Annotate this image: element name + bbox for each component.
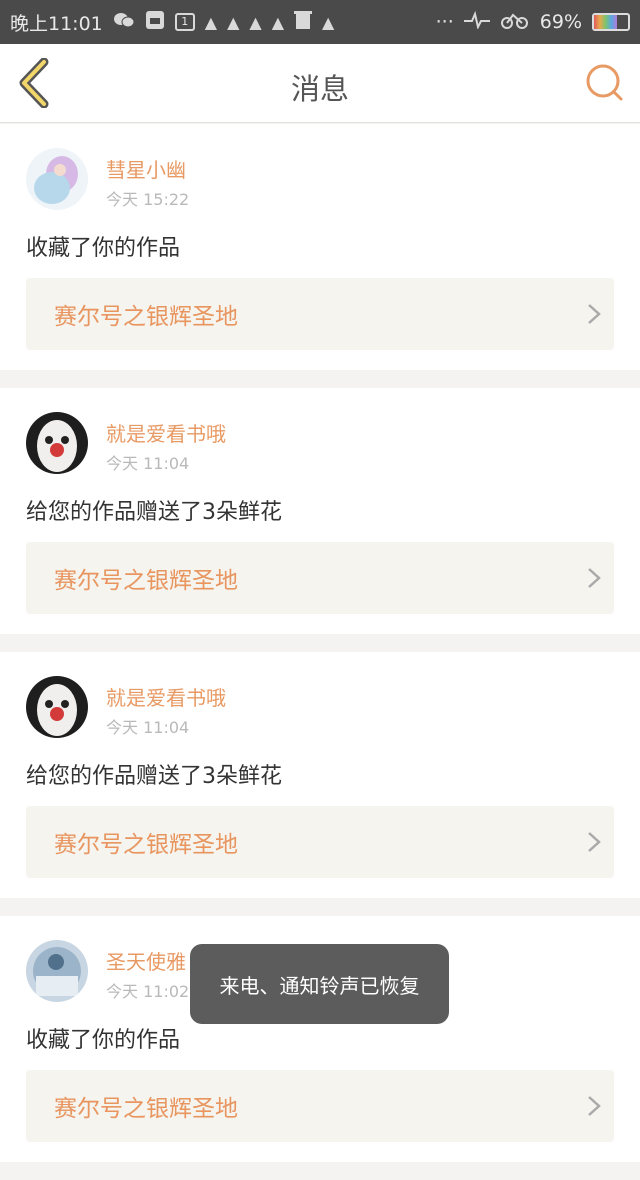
message-text: 收藏了你的作品 (26, 236, 181, 261)
work-title: 赛尔号之银辉圣地 (54, 1096, 238, 1122)
notification-icon: ▲ (204, 12, 218, 32)
notification-icon: ▲ (227, 12, 240, 32)
battery-level (594, 15, 618, 29)
status-bar: 晚上11:01 1 ▲ ▲ ▲ ▲ ▲ ··· 69% (0, 0, 640, 44)
user-name[interactable]: 圣天使雅 (106, 946, 186, 975)
avatar[interactable] (26, 940, 88, 1002)
search-icon (586, 64, 623, 101)
bicycle-icon (500, 10, 530, 34)
notification-icon: ▲ (249, 12, 262, 32)
work-link[interactable]: 赛尔号之银辉圣地 (26, 278, 614, 350)
toast-message: 来电、通知铃声已恢复 (190, 944, 449, 1024)
trash-icon (294, 10, 313, 34)
avatar[interactable] (26, 676, 88, 738)
notification-icon: ▲ (271, 12, 285, 32)
avatar[interactable] (26, 412, 88, 474)
battery-percent: 69% (539, 11, 582, 33)
work-link[interactable]: 赛尔号之银辉圣地 (26, 806, 614, 878)
notification-icon: ▲ (322, 12, 335, 32)
battery-icon (592, 13, 630, 31)
chevron-right-icon (574, 822, 614, 862)
chevron-right-icon (574, 1086, 614, 1126)
message-time: 今天 11:02 (106, 982, 190, 1001)
work-title: 赛尔号之银辉圣地 (54, 832, 238, 858)
chevron-right-icon (574, 294, 614, 334)
chevron-right-icon (574, 558, 614, 598)
more-dots: ··· (435, 11, 454, 33)
message-text: 给您的作品赠送了3朵鲜花 (26, 764, 282, 789)
message-card: 就是爱看书哦 今天 11:04 给您的作品赠送了3朵鲜花 赛尔号之银辉圣地 (0, 652, 640, 898)
work-link[interactable]: 赛尔号之银辉圣地 (26, 542, 614, 614)
work-link[interactable]: 赛尔号之银辉圣地 (26, 1070, 614, 1142)
avatar[interactable] (26, 148, 88, 210)
message-time: 今天 15:22 (106, 190, 190, 209)
page-title: 消息 (290, 72, 349, 106)
message-time: 今天 11:04 (106, 718, 190, 737)
user-name[interactable]: 就是爱看书哦 (106, 682, 226, 711)
message-card: 彗星小幽 今天 15:22 收藏了你的作品 赛尔号之银辉圣地 (0, 124, 640, 370)
message-text: 给您的作品赠送了3朵鲜花 (26, 500, 282, 525)
calendar-icon: 1 (174, 13, 195, 31)
search-button[interactable] (584, 62, 624, 102)
message-time: 今天 11:04 (106, 454, 190, 473)
mi-icon (145, 10, 165, 34)
user-name[interactable]: 就是爱看书哦 (106, 418, 226, 447)
pulse-icon (463, 10, 490, 33)
nav-bar: 消息 (0, 44, 640, 123)
status-time: 晚上11:01 (10, 12, 103, 35)
user-name[interactable]: 彗星小幽 (106, 154, 186, 183)
wechat-icon (113, 11, 135, 33)
work-title: 赛尔号之银辉圣地 (54, 568, 238, 594)
message-card: 就是爱看书哦 今天 11:04 给您的作品赠送了3朵鲜花 赛尔号之银辉圣地 (0, 388, 640, 634)
message-text: 收藏了你的作品 (26, 1028, 181, 1053)
work-title: 赛尔号之银辉圣地 (54, 304, 238, 330)
